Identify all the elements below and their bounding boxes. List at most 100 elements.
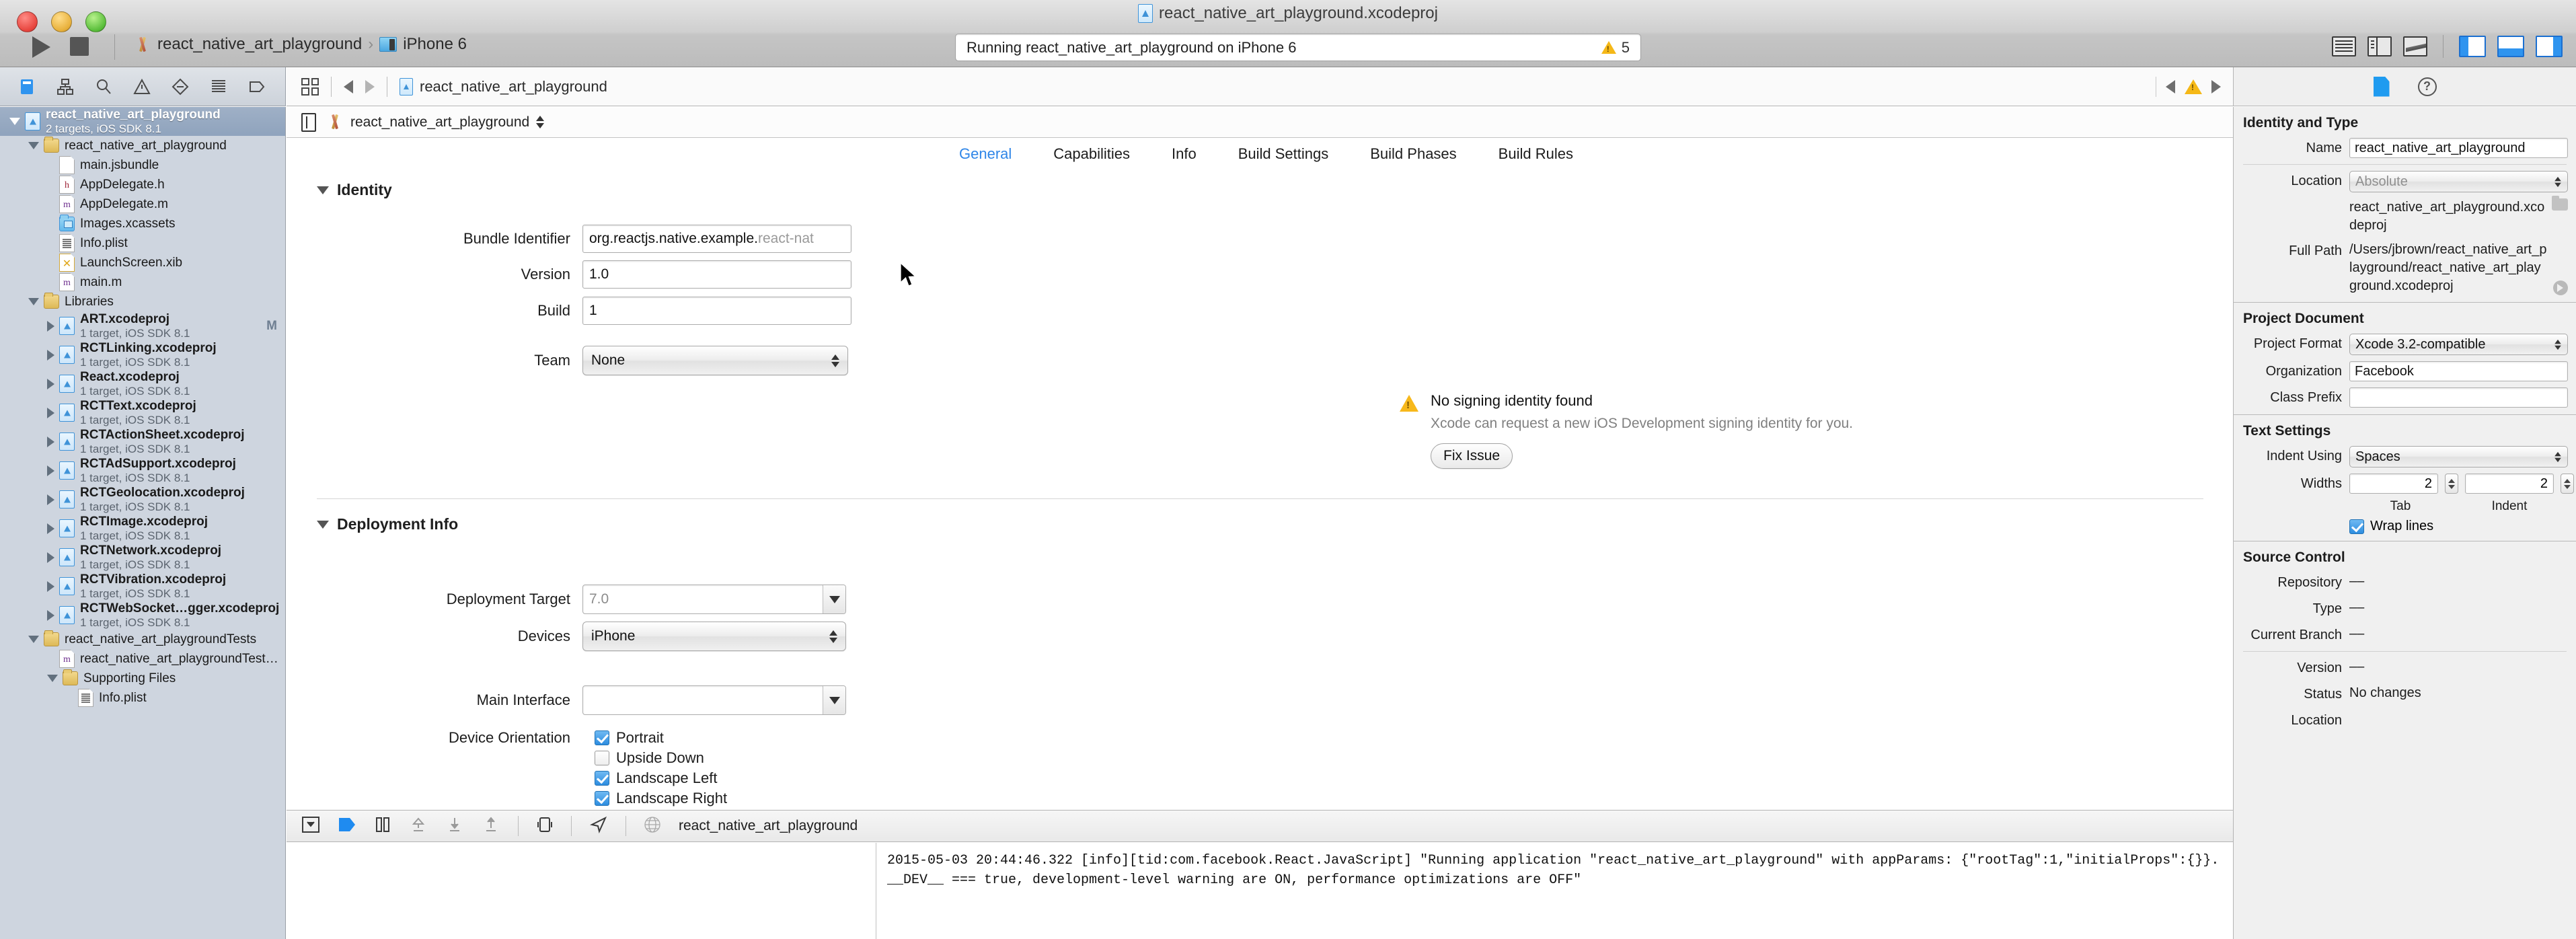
assistant-editor-button[interactable] (2367, 36, 2392, 57)
checkbox-landscape-right[interactable] (595, 791, 609, 806)
scheme-name[interactable]: react_native_art_playground (157, 35, 362, 54)
disclosure-triangle-icon[interactable] (317, 186, 329, 194)
fix-issue-button[interactable]: Fix Issue (1431, 443, 1513, 469)
variables-view[interactable] (287, 843, 876, 939)
indent-using-popup[interactable]: Spaces (2349, 446, 2568, 467)
tab-build-phases[interactable]: Build Phases (1370, 145, 1456, 163)
main-interface-combo[interactable] (582, 685, 846, 715)
checkbox-landscape-left[interactable] (595, 771, 609, 786)
deployment-section-header[interactable]: Deployment Info (287, 515, 2233, 533)
deployment-target-combo[interactable]: 7.0 (582, 585, 846, 614)
disclosure-triangle-icon[interactable] (47, 349, 54, 361)
navigator-item[interactable]: react_native_art_playground 2 targets, iO… (0, 107, 285, 136)
navigator-item[interactable]: react_native_art_playground (0, 136, 285, 155)
console-view[interactable]: 2015-05-03 20:44:46.322 [info][tid:com.f… (876, 843, 2233, 939)
disclosure-triangle-icon[interactable] (47, 609, 54, 621)
continue-execution-icon[interactable] (338, 816, 356, 837)
navigator-item[interactable]: h AppDelegate.h (0, 175, 285, 194)
step-over-icon[interactable] (409, 816, 428, 837)
main-interface-dropdown-button[interactable] (823, 686, 845, 714)
disclosure-triangle-icon[interactable] (47, 580, 54, 592)
activity-status-bar[interactable]: Running react_native_art_playground on i… (955, 34, 1641, 61)
navigator-item[interactable]: ART.xcodeproj 1 target, iOS SDK 8.1 M (0, 311, 285, 340)
next-issue-button[interactable] (2211, 79, 2221, 93)
destination-name[interactable]: iPhone 6 (403, 35, 467, 54)
tab-build-rules[interactable]: Build Rules (1499, 145, 1573, 163)
checkbox-upside-down[interactable] (595, 751, 609, 765)
version-input[interactable]: 1.0 (582, 260, 851, 289)
navigator-item[interactable]: RCTAdSupport.xcodeproj 1 target, iOS SDK … (0, 456, 285, 485)
navigator-item[interactable]: RCTWebSocket…gger.xcodeproj 1 target, iOS… (0, 601, 285, 630)
navigator-item[interactable]: Supporting Files (0, 669, 285, 688)
disclosure-triangle-icon[interactable] (317, 520, 329, 529)
target-selector[interactable]: react_native_art_playground (327, 114, 545, 130)
build-input[interactable]: 1 (582, 297, 851, 325)
find-navigator-icon[interactable] (94, 77, 113, 96)
disclosure-triangle-icon[interactable] (47, 494, 54, 505)
navigator-item[interactable]: RCTActionSheet.xcodeproj 1 target, iOS SD… (0, 427, 285, 456)
tab-capabilities[interactable]: Capabilities (1053, 145, 1130, 163)
status-warning-group[interactable]: 5 (1601, 39, 1630, 57)
tab-info[interactable]: Info (1172, 145, 1197, 163)
project-navigator-icon[interactable] (17, 77, 36, 96)
related-items-icon[interactable] (301, 77, 319, 96)
deployment-target-dropdown-button[interactable] (823, 585, 845, 613)
disclosure-triangle-icon[interactable] (28, 636, 39, 643)
navigator-item[interactable]: Info.plist (0, 688, 285, 708)
orientation-upside-down[interactable]: Upside Down (595, 749, 704, 767)
hide-debug-area-icon[interactable] (301, 816, 320, 837)
navigator-item[interactable]: RCTText.xcodeproj 1 target, iOS SDK 8.1 (0, 398, 285, 427)
location-arrow-icon[interactable] (589, 816, 608, 837)
navigator-item[interactable]: Libraries (0, 292, 285, 311)
navigator-item[interactable]: RCTLinking.xcodeproj 1 target, iOS SDK 8.… (0, 340, 285, 369)
disclosure-triangle-icon[interactable] (28, 142, 39, 149)
indent-width-stepper[interactable] (2561, 474, 2574, 494)
indent-width-input[interactable]: 2 (2465, 474, 2554, 494)
debug-navigator-icon[interactable] (209, 77, 228, 96)
navigator-item[interactable]: m AppDelegate.m (0, 194, 285, 214)
disclosure-triangle-icon[interactable] (28, 298, 39, 305)
navigator-item[interactable]: LaunchScreen.xib (0, 253, 285, 272)
navigator-item[interactable]: RCTVibration.xcodeproj 1 target, iOS SDK … (0, 572, 285, 601)
orientation-landscape-right[interactable]: Landscape Right (595, 790, 727, 807)
toggle-navigator-button[interactable] (2459, 36, 2486, 57)
choose-folder-icon[interactable] (2552, 196, 2568, 211)
previous-issue-button[interactable] (2166, 79, 2175, 93)
navigate-back-button[interactable] (344, 79, 353, 93)
wrap-lines-control[interactable]: Wrap lines (2349, 519, 2433, 534)
run-button[interactable] (32, 36, 50, 58)
bundle-identifier-input[interactable]: org.reactjs.native.example. react-nat (582, 225, 851, 253)
navigator-tree[interactable]: react_native_art_playground 2 targets, iO… (0, 107, 285, 708)
tab-width-stepper[interactable] (2445, 474, 2458, 494)
class-prefix-input[interactable] (2349, 387, 2568, 408)
target-stepper-icon[interactable] (536, 116, 545, 128)
toggle-target-list-icon[interactable] (301, 112, 316, 132)
pause-icon[interactable] (374, 816, 391, 837)
organization-input[interactable]: Facebook (2349, 361, 2568, 381)
navigator-item[interactable]: Info.plist (0, 233, 285, 253)
navigator-item[interactable]: RCTNetwork.xcodeproj 1 target, iOS SDK 8.… (0, 543, 285, 572)
step-into-icon[interactable] (445, 816, 464, 837)
navigator-item[interactable]: react_native_art_playgroundTests (0, 630, 285, 649)
devices-popup-button[interactable]: iPhone (582, 622, 846, 651)
simulate-location-icon[interactable] (536, 816, 554, 837)
navigator-item[interactable]: m main.m (0, 272, 285, 292)
navigator-item[interactable]: main.jsbundle (0, 155, 285, 175)
file-inspector-icon[interactable] (2373, 76, 2390, 97)
project-editor-tabs[interactable]: General Capabilities Info Build Settings… (287, 138, 2233, 170)
navigate-forward-button[interactable] (365, 79, 375, 93)
issue-navigator-icon[interactable] (132, 77, 151, 96)
disclosure-triangle-icon[interactable] (47, 523, 54, 534)
disclosure-triangle-icon[interactable] (47, 407, 54, 418)
breakpoint-navigator-icon[interactable] (248, 77, 266, 96)
disclosure-triangle-icon[interactable] (47, 465, 54, 476)
navigator-item[interactable]: RCTGeolocation.xcodeproj 1 target, iOS SD… (0, 485, 285, 514)
inspector-name-input[interactable]: react_native_art_playground (2349, 138, 2568, 158)
reveal-in-finder-icon[interactable] (2553, 280, 2568, 295)
checkbox-wrap-lines[interactable] (2349, 519, 2364, 534)
disclosure-triangle-icon[interactable] (9, 118, 20, 125)
version-editor-button[interactable] (2403, 36, 2427, 57)
tab-width-input[interactable]: 2 (2349, 474, 2438, 494)
navigator-item[interactable]: m react_native_art_playgroundTests.m (0, 649, 285, 669)
disclosure-triangle-icon[interactable] (47, 320, 54, 332)
